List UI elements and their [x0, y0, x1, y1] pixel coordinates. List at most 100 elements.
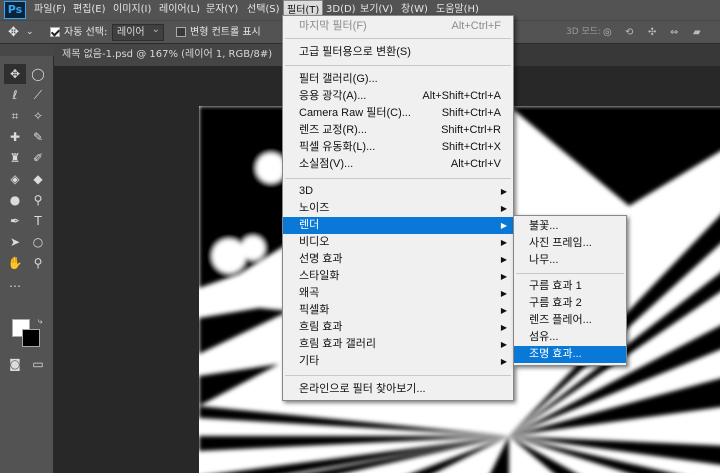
document-tab-title: 제목 없음-1.psd @ 167% (레이어 1, RGB/8#): [62, 49, 273, 60]
screen-mode-icon[interactable]: ▭: [27, 354, 49, 374]
history-brush-icon[interactable]: ✐: [27, 148, 49, 168]
tool-preset-dropdown-icon[interactable]: ⌄: [26, 21, 34, 44]
menu-image[interactable]: 이미지(I): [110, 0, 154, 20]
menu-tree[interactable]: 나무...: [514, 252, 626, 269]
photoshop-logo: Ps: [4, 1, 26, 19]
submenu-arrow-icon: ▶: [500, 306, 507, 315]
menu-edit[interactable]: 편집(E): [70, 0, 109, 20]
pan-3d-icon[interactable]: ✣: [648, 21, 656, 44]
menu-submenu-sharpen-label: 선명 효과: [299, 253, 343, 265]
crop-icon[interactable]: ⌗: [4, 106, 26, 126]
submenu-arrow-icon: ▶: [500, 204, 507, 213]
menu-file[interactable]: 파일(F): [31, 0, 69, 20]
menu-vanishing-point-label: 소실점(V)...: [299, 158, 354, 170]
menu-submenu-video-label: 비디오: [299, 236, 330, 248]
menu-submenu-other[interactable]: 기타 ▶: [283, 353, 513, 370]
menu-submenu-blur-gallery[interactable]: 흐림 효과 갤러리 ▶: [283, 336, 513, 353]
menu-lighting-effects[interactable]: 조명 효과...: [514, 346, 626, 363]
pen-icon[interactable]: ✒: [4, 211, 26, 231]
filter-menu: 마지막 필터(F) Alt+Ctrl+F 고급 필터용으로 변환(S) 필터 갤…: [282, 15, 514, 401]
menu-submenu-pixelate[interactable]: 픽셀화 ▶: [283, 302, 513, 319]
menu-adaptive-wide-angle[interactable]: 응용 광각(A)... Alt+Shift+Ctrl+A: [283, 88, 513, 105]
menu-type[interactable]: 문자(Y): [203, 0, 241, 20]
menu-submenu-sharpen[interactable]: 선명 효과 ▶: [283, 251, 513, 268]
menu-liquify[interactable]: 픽셀 유동화(L)... Shift+Ctrl+X: [283, 139, 513, 156]
menu-separator: [516, 273, 624, 274]
background-color-swatch[interactable]: [22, 329, 40, 347]
clone-stamp-icon[interactable]: ♜: [4, 148, 26, 168]
menu-camera-raw-filter[interactable]: Camera Raw 필터(C)... Shift+Ctrl+A: [283, 105, 513, 122]
menu-separator: [285, 375, 511, 376]
slide-3d-icon[interactable]: ⇔: [670, 21, 678, 44]
blur-icon[interactable]: ●: [4, 190, 26, 210]
hand-icon[interactable]: ✋: [4, 253, 26, 273]
edit-toolbar-icon[interactable]: ⋯: [4, 276, 26, 296]
move-tool-icon[interactable]: ✥: [8, 21, 19, 44]
tools-panel: ✥ ◯ ℓ ⟋ ⌗ ✧ ✚ ✎ ♜ ✐ ◈ ◆ ● ⚲ ✒ T ➤ ○ ✋ ⚲ …: [0, 44, 54, 473]
paint-bucket-icon[interactable]: ◆: [27, 169, 49, 189]
auto-select-type-dropdown[interactable]: 레이어: [112, 22, 164, 41]
menu-submenu-stylize-label: 스타일화: [299, 270, 340, 282]
menu-submenu-noise-label: 노이즈: [299, 202, 330, 214]
submenu-arrow-icon: ▶: [500, 255, 507, 264]
menu-clouds[interactable]: 구름 효과 1: [514, 278, 626, 295]
menu-submenu-stylize[interactable]: 스타일화 ▶: [283, 268, 513, 285]
auto-select-checkbox[interactable]: [50, 27, 60, 37]
dodge-icon[interactable]: ⚲: [27, 190, 49, 210]
transform-controls-checkbox[interactable]: [176, 27, 186, 37]
menu-layer[interactable]: 레이어(L): [156, 0, 203, 20]
document-tab[interactable]: 제목 없음-1.psd @ 167% (레이어 1, RGB/8#) ×: [54, 44, 300, 66]
tools-panel-grip[interactable]: [0, 44, 54, 56]
submenu-arrow-icon: ▶: [500, 238, 507, 247]
menu-lens-correction[interactable]: 렌즈 교정(R)... Shift+Ctrl+R: [283, 122, 513, 139]
menu-convert-smart-filters[interactable]: 고급 필터용으로 변환(S): [283, 44, 513, 61]
menu-difference-clouds[interactable]: 구름 효과 2: [514, 295, 626, 312]
menu-last-filter[interactable]: 마지막 필터(F) Alt+Ctrl+F: [283, 18, 513, 35]
menu-lens-flare[interactable]: 렌즈 플레어...: [514, 312, 626, 329]
menu-submenu-render[interactable]: 렌더 ▶: [283, 217, 513, 234]
menu-submenu-noise[interactable]: 노이즈 ▶: [283, 200, 513, 217]
submenu-arrow-icon: ▶: [500, 221, 507, 230]
menu-separator: [285, 38, 511, 39]
magic-wand-icon[interactable]: ✧: [27, 106, 49, 126]
menu-vanishing-point[interactable]: 소실점(V)... Alt+Ctrl+V: [283, 156, 513, 173]
move-icon[interactable]: ✥: [4, 64, 26, 84]
type-icon[interactable]: T: [27, 211, 49, 231]
menu-submenu-video[interactable]: 비디오 ▶: [283, 234, 513, 251]
orbit-3d-icon[interactable]: ◎: [603, 21, 612, 44]
menu-separator: [285, 65, 511, 66]
lasso-icon[interactable]: ℓ: [4, 85, 26, 105]
menu-filter-gallery[interactable]: 필터 갤러리(G)...: [283, 71, 513, 88]
menu-fibers[interactable]: 섬유...: [514, 329, 626, 346]
menu-liquify-label: 픽셀 유동화(L)...: [299, 141, 376, 153]
zoom-icon[interactable]: ⚲: [27, 253, 49, 273]
menu-last-filter-label: 마지막 필터(F): [299, 20, 367, 32]
menu-flame[interactable]: 불꽃...: [514, 218, 626, 235]
menu-submenu-blur[interactable]: 흐림 효과 ▶: [283, 319, 513, 336]
menu-browse-filters-online[interactable]: 온라인으로 필터 찾아보기...: [283, 381, 513, 398]
menu-submenu-blur-label: 흐림 효과: [299, 321, 343, 333]
quick-mask-icon[interactable]: ◙: [4, 354, 26, 374]
menu-submenu-distort[interactable]: 왜곡 ▶: [283, 285, 513, 302]
menu-select[interactable]: 선택(S): [244, 0, 283, 20]
mode-3d-label: 3D 모드:: [566, 27, 602, 37]
submenu-arrow-icon: ▶: [500, 272, 507, 281]
menu-submenu-distort-label: 왜곡: [299, 287, 320, 299]
menu-picture-frame[interactable]: 사진 프레임...: [514, 235, 626, 252]
menu-lens-correction-label: 렌즈 교정(R)...: [299, 124, 367, 136]
menu-submenu-3d-label: 3D: [299, 185, 314, 197]
roll-3d-icon[interactable]: ⟲: [625, 21, 633, 44]
brush-icon[interactable]: ✎: [27, 127, 49, 147]
menu-submenu-render-label: 렌더: [299, 219, 320, 231]
healing-brush-icon[interactable]: ✚: [4, 127, 26, 147]
transform-controls-label: 변형 컨트롤 표시: [190, 27, 261, 38]
eyedropper-icon[interactable]: ⟋: [27, 85, 49, 105]
eraser-icon[interactable]: ◈: [4, 169, 26, 189]
ellipse-shape-icon[interactable]: ○: [27, 232, 49, 252]
marquee-icon[interactable]: ◯: [27, 64, 49, 84]
submenu-arrow-icon: ▶: [500, 289, 507, 298]
submenu-arrow-icon: ▶: [500, 323, 507, 332]
path-selection-icon[interactable]: ➤: [4, 232, 26, 252]
menu-submenu-3d[interactable]: 3D ▶: [283, 183, 513, 200]
scale-3d-icon[interactable]: ▰: [693, 21, 701, 44]
